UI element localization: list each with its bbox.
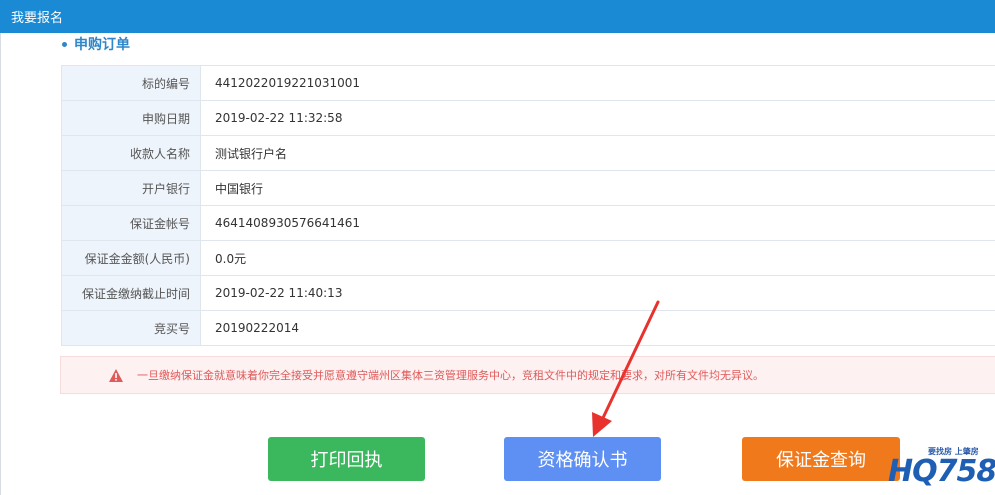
- section-title: 申购订单: [74, 37, 130, 53]
- row-label: 竞买号: [61, 310, 201, 346]
- table-row: 收款人名称 测试银行户名: [61, 135, 995, 171]
- frame-border: [0, 33, 1, 495]
- row-value: 中国银行: [200, 170, 995, 206]
- window-title-bar: 我要报名: [0, 0, 995, 33]
- row-label: 开户银行: [61, 170, 201, 206]
- notice-text: 一旦缴纳保证金就意味着你完全接受并愿意遵守端州区集体三资管理服务中心，竞租文件中…: [137, 369, 764, 382]
- order-details-table: 标的编号 4412022019221031001 申购日期 2019-02-22…: [61, 65, 995, 346]
- table-row: 申购日期 2019-02-22 11:32:58: [61, 100, 995, 136]
- row-label: 申购日期: [61, 100, 201, 136]
- site-logo: 要找房 上肇房 HQ758: [888, 446, 995, 492]
- window-title: 我要报名: [11, 11, 64, 26]
- row-label: 标的编号: [61, 65, 201, 101]
- table-row: 保证金金额(人民币) 0.0元: [61, 240, 995, 276]
- row-value: 20190222014: [200, 310, 995, 346]
- row-value: 测试银行户名: [200, 135, 995, 171]
- logo-mark: HQ758: [888, 454, 995, 489]
- row-label: 保证金缴纳截止时间: [61, 275, 201, 311]
- row-value: 2019-02-22 11:40:13: [200, 275, 995, 311]
- table-row: 保证金帐号 4641408930576641461: [61, 205, 995, 241]
- row-value: 4641408930576641461: [200, 205, 995, 241]
- deposit-query-button[interactable]: 保证金查询: [742, 437, 900, 481]
- row-value: 4412022019221031001: [200, 65, 995, 101]
- table-row: 标的编号 4412022019221031001: [61, 65, 995, 101]
- row-label: 保证金帐号: [61, 205, 201, 241]
- section-header: 申购订单: [62, 34, 130, 54]
- row-label: 收款人名称: [61, 135, 201, 171]
- row-value: 2019-02-22 11:32:58: [200, 100, 995, 136]
- table-row: 保证金缴纳截止时间 2019-02-22 11:40:13: [61, 275, 995, 311]
- table-row: 竞买号 20190222014: [61, 310, 995, 346]
- deposit-notice: 一旦缴纳保证金就意味着你完全接受并愿意遵守端州区集体三资管理服务中心，竞租文件中…: [60, 356, 995, 394]
- bullet-icon: [62, 41, 67, 47]
- warning-icon: [109, 368, 123, 382]
- print-receipt-button[interactable]: 打印回执: [268, 437, 425, 481]
- table-row: 开户银行 中国银行: [61, 170, 995, 206]
- row-label: 保证金金额(人民币): [61, 240, 201, 276]
- row-value: 0.0元: [200, 240, 995, 276]
- qualification-certificate-button[interactable]: 资格确认书: [504, 437, 661, 481]
